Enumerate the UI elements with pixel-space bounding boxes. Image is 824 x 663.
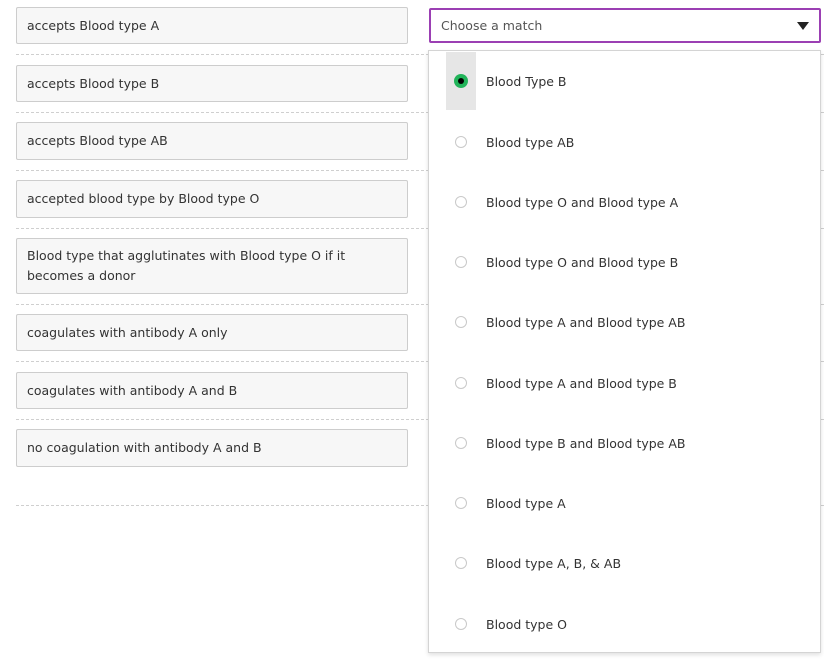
radio-cell (446, 293, 476, 351)
prompt-item: accepts Blood type AB (16, 122, 408, 160)
radio-cell (446, 534, 476, 592)
radio-icon[interactable] (455, 196, 467, 208)
option-label: Blood type A (486, 495, 566, 511)
prompt-item: no coagulation with antibody A and B (16, 429, 408, 467)
match-dropdown-list[interactable]: Blood Type B Blood type AB Blood type O … (428, 50, 821, 653)
prompt-text: no coagulation with antibody A and B (27, 440, 262, 455)
prompt-item: accepts Blood type B (16, 65, 408, 102)
prompt-item: Blood type that agglutinates with Blood … (16, 238, 408, 294)
dropdown-option[interactable]: Blood Type B (429, 51, 820, 111)
option-label: Blood type B and Blood type AB (486, 435, 686, 451)
radio-icon[interactable] (455, 497, 467, 509)
dropdown-option[interactable]: Blood type O (429, 594, 820, 654)
radio-cell (446, 233, 476, 291)
option-label: Blood type A and Blood type AB (486, 314, 686, 330)
dropdown-option[interactable]: Blood type A and Blood type AB (429, 292, 820, 352)
prompt-text: accepts Blood type AB (27, 133, 168, 148)
radio-icon[interactable] (455, 316, 467, 328)
option-label: Blood type A, B, & AB (486, 555, 622, 571)
radio-icon[interactable] (455, 136, 467, 148)
option-label: Blood type A and Blood type B (486, 375, 677, 391)
select-placeholder: Choose a match (441, 18, 543, 33)
radio-cell (446, 354, 476, 412)
option-label: Blood type O (486, 616, 567, 632)
prompt-item: accepts Blood type A (16, 7, 408, 44)
prompt-text: accepted blood type by Blood type O (27, 191, 260, 206)
dropdown-option[interactable]: Blood type B and Blood type AB (429, 413, 820, 473)
prompt-text: accepts Blood type A (27, 17, 160, 33)
prompt-text: Blood type that agglutinates with Blood … (27, 248, 346, 283)
radio-checked-icon[interactable] (454, 74, 468, 88)
radio-icon[interactable] (455, 377, 467, 389)
radio-cell (446, 52, 476, 110)
radio-icon[interactable] (455, 557, 467, 569)
caret-down-icon[interactable] (797, 22, 809, 30)
option-label: Blood type AB (486, 134, 575, 150)
prompt-text: coagulates with antibody A only (27, 324, 228, 340)
radio-icon[interactable] (455, 256, 467, 268)
radio-icon[interactable] (455, 437, 467, 449)
dropdown-option[interactable]: Blood type O and Blood type A (429, 172, 820, 232)
prompt-text: coagulates with antibody A and B (27, 382, 238, 398)
prompt-item: coagulates with antibody A only (16, 314, 408, 351)
prompt-item: accepted blood type by Blood type O (16, 180, 408, 218)
radio-cell (446, 113, 476, 171)
radio-icon[interactable] (455, 618, 467, 630)
radio-cell (446, 173, 476, 231)
radio-cell (446, 595, 476, 653)
dropdown-option[interactable]: Blood type A, B, & AB (429, 533, 820, 593)
dropdown-option[interactable]: Blood type A (429, 473, 820, 533)
option-label: Blood type O and Blood type B (486, 254, 679, 270)
option-label: Blood type O and Blood type A (486, 194, 679, 210)
dropdown-option[interactable]: Blood type A and Blood type B (429, 353, 820, 413)
prompt-text: accepts Blood type B (27, 75, 160, 91)
radio-cell (446, 474, 476, 532)
match-select[interactable]: Choose a match (429, 8, 821, 43)
option-label: Blood Type B (486, 73, 567, 89)
radio-cell (446, 414, 476, 472)
dropdown-option[interactable]: Blood type O and Blood type B (429, 232, 820, 292)
dropdown-option[interactable]: Blood type AB (429, 112, 820, 172)
prompt-item: coagulates with antibody A and B (16, 372, 408, 409)
